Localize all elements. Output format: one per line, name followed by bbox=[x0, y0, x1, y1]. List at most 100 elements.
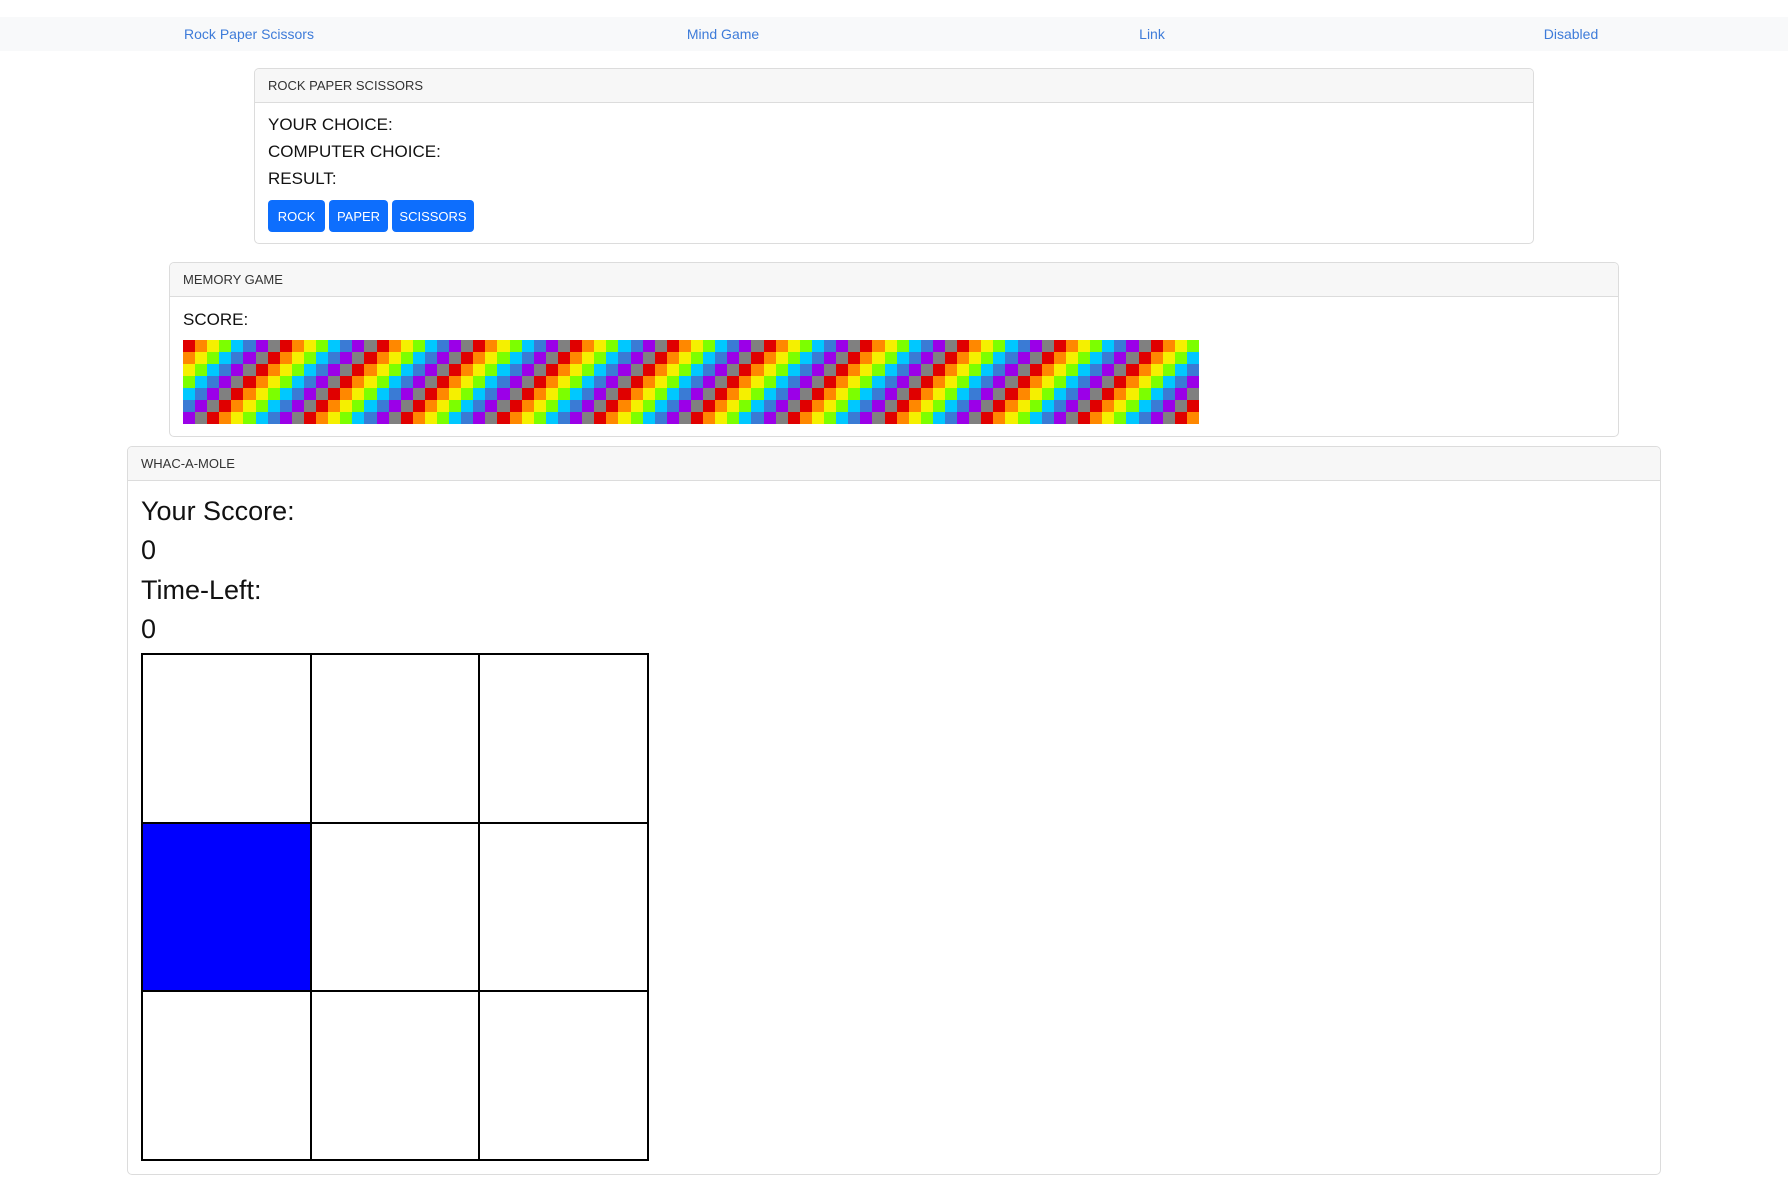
memory-tile[interactable] bbox=[1029, 400, 1042, 412]
memory-tile[interactable] bbox=[811, 388, 825, 400]
memory-tile[interactable] bbox=[1041, 340, 1054, 352]
memory-tile[interactable] bbox=[969, 352, 982, 364]
memory-tile[interactable] bbox=[690, 352, 704, 364]
memory-tile[interactable] bbox=[328, 388, 341, 400]
memory-tile[interactable] bbox=[678, 352, 691, 364]
memory-tile[interactable] bbox=[473, 412, 486, 424]
memory-tile[interactable] bbox=[1114, 340, 1127, 352]
memory-tile[interactable] bbox=[630, 376, 643, 388]
mole-square[interactable] bbox=[142, 822, 311, 992]
memory-tile[interactable] bbox=[1041, 388, 1054, 400]
memory-tile[interactable] bbox=[255, 376, 268, 388]
memory-tile[interactable] bbox=[183, 340, 196, 352]
memory-tile[interactable] bbox=[799, 388, 812, 400]
memory-tile[interactable] bbox=[957, 376, 970, 388]
memory-tile[interactable] bbox=[400, 340, 413, 352]
memory-tile[interactable] bbox=[364, 364, 377, 376]
memory-tile[interactable] bbox=[473, 376, 486, 388]
memory-tile[interactable] bbox=[727, 400, 740, 412]
memory-tile[interactable] bbox=[183, 376, 196, 388]
memory-tile[interactable] bbox=[642, 376, 655, 388]
memory-tile[interactable] bbox=[267, 388, 280, 400]
memory-tile[interactable] bbox=[606, 412, 619, 424]
memory-tile[interactable] bbox=[654, 364, 667, 376]
memory-tile[interactable] bbox=[352, 364, 365, 376]
memory-tile[interactable] bbox=[594, 376, 607, 388]
memory-tile[interactable] bbox=[1126, 340, 1139, 352]
memory-tile[interactable] bbox=[521, 388, 534, 400]
memory-tile[interactable] bbox=[642, 352, 655, 364]
memory-tile[interactable] bbox=[678, 340, 691, 352]
memory-tile[interactable] bbox=[836, 364, 849, 376]
memory-tile[interactable] bbox=[388, 388, 401, 400]
memory-tile[interactable] bbox=[1017, 412, 1030, 424]
memory-tile[interactable] bbox=[231, 364, 244, 376]
memory-tile[interactable] bbox=[570, 340, 583, 352]
memory-tile[interactable] bbox=[412, 352, 425, 364]
memory-tile[interactable] bbox=[824, 352, 837, 364]
memory-tile[interactable] bbox=[219, 388, 232, 400]
memory-tile[interactable] bbox=[183, 400, 196, 412]
memory-tile[interactable] bbox=[267, 412, 280, 424]
memory-tile[interactable] bbox=[787, 412, 800, 424]
memory-tile[interactable] bbox=[376, 400, 389, 412]
memory-tile[interactable] bbox=[255, 364, 268, 376]
memory-tile[interactable] bbox=[969, 388, 982, 400]
memory-tile[interactable] bbox=[231, 412, 244, 424]
memory-tile[interactable] bbox=[1029, 388, 1042, 400]
memory-tile[interactable] bbox=[775, 388, 788, 400]
memory-tile[interactable] bbox=[533, 376, 546, 388]
memory-tile[interactable] bbox=[485, 412, 498, 424]
memory-tile[interactable] bbox=[993, 400, 1006, 412]
memory-tile[interactable] bbox=[1090, 352, 1103, 364]
memory-tile[interactable] bbox=[582, 364, 595, 376]
memory-tile[interactable] bbox=[594, 364, 607, 376]
memory-tile[interactable] bbox=[920, 388, 933, 400]
memory-tile[interactable] bbox=[1005, 388, 1018, 400]
memory-tile[interactable] bbox=[533, 388, 546, 400]
memory-tile[interactable] bbox=[751, 412, 764, 424]
memory-tile[interactable] bbox=[473, 388, 486, 400]
memory-tile[interactable] bbox=[920, 376, 933, 388]
memory-tile[interactable] bbox=[328, 376, 341, 388]
memory-tile[interactable] bbox=[461, 352, 474, 364]
memory-tile[interactable] bbox=[497, 364, 510, 376]
memory-tile[interactable] bbox=[1126, 412, 1139, 424]
memory-tile[interactable] bbox=[606, 364, 619, 376]
memory-tile[interactable] bbox=[872, 352, 885, 364]
memory-tile[interactable] bbox=[485, 352, 498, 364]
memory-tile[interactable] bbox=[872, 400, 885, 412]
memory-tile[interactable] bbox=[352, 400, 365, 412]
memory-tile[interactable] bbox=[932, 400, 945, 412]
memory-tile[interactable] bbox=[594, 412, 607, 424]
memory-tile[interactable] bbox=[872, 364, 885, 376]
memory-tile[interactable] bbox=[727, 352, 740, 364]
memory-tile[interactable] bbox=[618, 388, 631, 400]
memory-tile[interactable] bbox=[557, 376, 571, 388]
memory-tile[interactable] bbox=[944, 388, 958, 400]
memory-tile[interactable] bbox=[509, 340, 522, 352]
memory-tile[interactable] bbox=[811, 340, 825, 352]
memory-tile[interactable] bbox=[340, 376, 353, 388]
memory-tile[interactable] bbox=[836, 376, 849, 388]
memory-tile[interactable] bbox=[1162, 340, 1175, 352]
memory-tile[interactable] bbox=[1162, 376, 1175, 388]
memory-tile[interactable] bbox=[654, 376, 667, 388]
memory-tile[interactable] bbox=[328, 412, 341, 424]
memory-tile[interactable] bbox=[291, 376, 304, 388]
memory-tile[interactable] bbox=[557, 340, 571, 352]
memory-tile[interactable] bbox=[993, 412, 1006, 424]
memory-tile[interactable] bbox=[715, 400, 728, 412]
memory-tile[interactable] bbox=[279, 376, 292, 388]
memory-tile[interactable] bbox=[993, 388, 1006, 400]
memory-tile[interactable] bbox=[1065, 364, 1079, 376]
memory-tile[interactable] bbox=[364, 340, 377, 352]
memory-tile[interactable] bbox=[316, 364, 329, 376]
memory-tile[interactable] bbox=[654, 340, 667, 352]
memory-tile[interactable] bbox=[763, 400, 776, 412]
memory-tile[interactable] bbox=[1078, 388, 1091, 400]
memory-tile[interactable] bbox=[1053, 364, 1066, 376]
memory-tile[interactable] bbox=[497, 376, 510, 388]
memory-tile[interactable] bbox=[497, 412, 510, 424]
memory-tile[interactable] bbox=[424, 400, 437, 412]
